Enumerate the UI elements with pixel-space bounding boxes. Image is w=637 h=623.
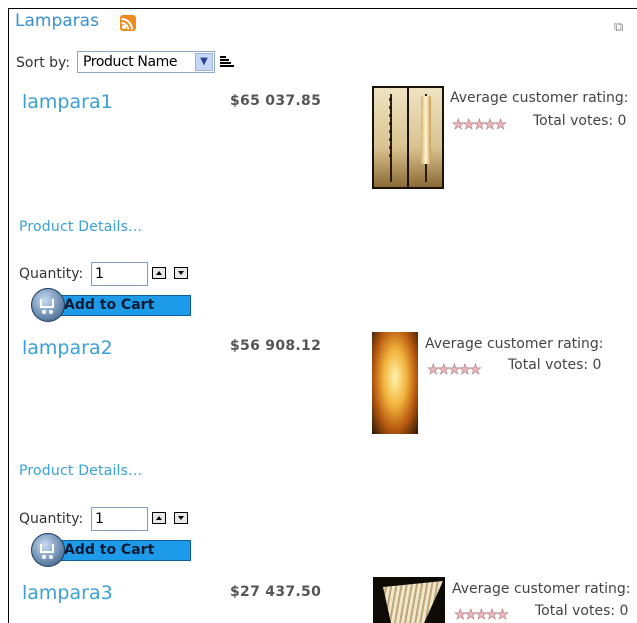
quantity-label: Quantity: xyxy=(19,511,84,527)
quantity-up-icon[interactable] xyxy=(152,267,166,279)
sort-select[interactable]: Product Name ▼ xyxy=(77,51,215,73)
rss-icon[interactable] xyxy=(120,15,136,31)
rating-label: Average customer rating: xyxy=(425,336,604,352)
rating-label: Average customer rating: xyxy=(450,90,629,106)
sort-descending-icon[interactable] xyxy=(220,56,234,68)
cart-icon[interactable] xyxy=(31,533,65,567)
product-image[interactable] xyxy=(373,577,445,623)
rating-stars[interactable]: ★★★★★ xyxy=(454,607,509,623)
add-to-cart-button[interactable]: Add to Cart xyxy=(55,540,191,561)
quantity-up-icon[interactable] xyxy=(152,512,166,524)
product-price: $56 908.12 xyxy=(230,338,322,354)
chevron-down-icon[interactable]: ▼ xyxy=(195,53,213,71)
total-votes: Total votes: 0 xyxy=(535,603,629,619)
total-votes: Total votes: 0 xyxy=(533,113,627,129)
sort-select-value: Product Name xyxy=(83,54,178,70)
frame-left-border xyxy=(8,8,9,623)
add-to-cart-button[interactable]: Add to Cart xyxy=(55,295,191,316)
product-image[interactable] xyxy=(372,86,444,189)
compare-icon[interactable]: ⧉ xyxy=(614,20,623,35)
rating-label: Average customer rating: xyxy=(452,581,631,597)
product-details-link[interactable]: Product Details... xyxy=(19,463,142,479)
rating-stars[interactable]: ★★★★★ xyxy=(427,362,482,379)
product-details-link[interactable]: Product Details... xyxy=(19,219,142,235)
quantity-down-icon[interactable] xyxy=(174,512,188,524)
product-price: $65 037.85 xyxy=(230,93,322,109)
product-name[interactable]: lampara2 xyxy=(22,337,113,359)
quantity-field[interactable] xyxy=(91,262,148,286)
quantity-field[interactable] xyxy=(91,507,148,531)
sort-label: Sort by: xyxy=(16,55,71,71)
product-name[interactable]: lampara3 xyxy=(22,582,113,604)
cart-icon[interactable] xyxy=(31,288,65,322)
total-votes: Total votes: 0 xyxy=(508,357,602,373)
product-image[interactable] xyxy=(372,332,418,434)
rating-stars[interactable]: ★★★★★ xyxy=(452,117,507,134)
frame-top-border xyxy=(8,8,637,9)
product-name[interactable]: lampara1 xyxy=(22,91,113,113)
quantity-label: Quantity: xyxy=(19,266,84,282)
product-price: $27 437.50 xyxy=(230,584,322,600)
quantity-down-icon[interactable] xyxy=(174,267,188,279)
category-title[interactable]: Lamparas xyxy=(15,11,99,31)
